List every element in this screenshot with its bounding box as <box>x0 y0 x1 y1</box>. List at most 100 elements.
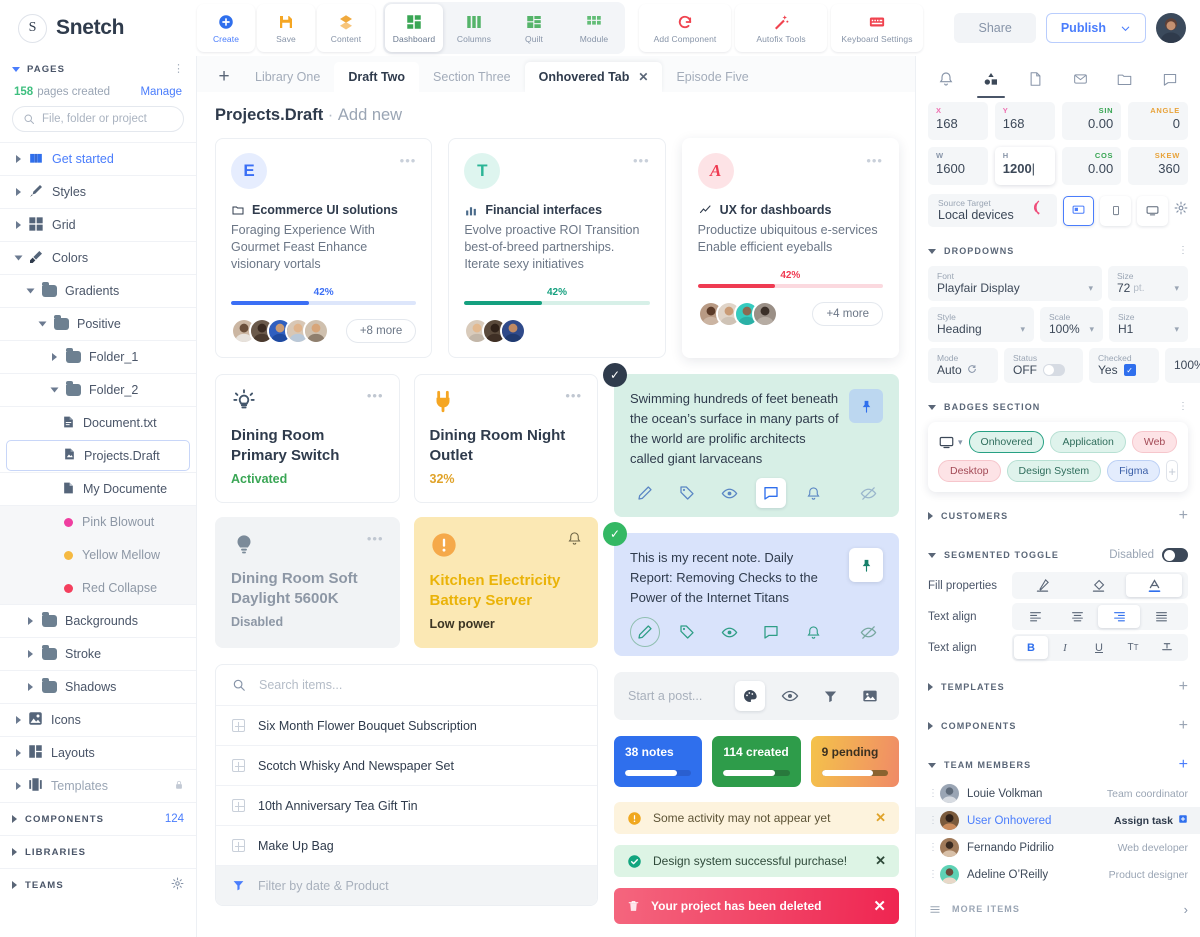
sidebar-item-document-txt[interactable]: Document.txt <box>0 406 196 439</box>
field-skew[interactable]: SKEW 360 <box>1128 147 1188 185</box>
add-template-button[interactable]: + <box>1179 679 1188 695</box>
section-components[interactable]: COMPONENTS + <box>916 711 1200 741</box>
project-card[interactable]: T ••• Financial interfaces Evolve proact… <box>448 138 665 358</box>
tag-icon[interactable] <box>672 478 702 508</box>
rp-tab-comment[interactable] <box>1153 65 1187 93</box>
badge-chip[interactable]: Onhovered <box>969 431 1045 453</box>
section-team-members[interactable]: TEAM MEMBERS + <box>916 750 1200 780</box>
gear-icon[interactable] <box>1174 201 1188 220</box>
drag-handle-icon[interactable]: ⋮ <box>928 846 932 850</box>
eye-icon[interactable] <box>775 681 805 711</box>
pencil-icon[interactable] <box>630 617 660 647</box>
italic-icon[interactable]: I <box>1048 636 1082 659</box>
bell-icon[interactable] <box>798 617 828 647</box>
card-menu-icon[interactable]: ••• <box>866 153 883 168</box>
close-icon[interactable]: ✕ <box>875 810 886 826</box>
eye-icon[interactable] <box>714 617 744 647</box>
tool-content[interactable]: Content <box>317 4 375 52</box>
tab-library-one[interactable]: Library One <box>241 62 334 92</box>
sidebar-item-folder-2[interactable]: Folder_2 <box>0 373 196 406</box>
sidebar-section-teams[interactable]: TEAMS <box>0 868 196 901</box>
align-left-icon[interactable] <box>1014 605 1056 628</box>
sidebar-item-my-documente[interactable]: My Documente <box>0 472 196 505</box>
pin-button[interactable] <box>849 548 883 582</box>
tool-create[interactable]: Create <box>197 4 255 52</box>
tool-quilt[interactable]: Quilt <box>505 4 563 52</box>
stat-card[interactable]: 114 created <box>712 736 800 787</box>
tool-save[interactable]: Save <box>257 4 315 52</box>
tile-menu-icon[interactable]: ••• <box>367 388 384 403</box>
pin-button[interactable] <box>849 389 883 423</box>
strikethrough-icon[interactable] <box>1150 636 1184 659</box>
sidebar-item-pink-blowout[interactable]: Pink Blowout <box>0 505 196 538</box>
card-menu-icon[interactable]: ••• <box>633 153 650 168</box>
tab-onhovered-tab[interactable]: Onhovered Tab ✕ <box>525 62 663 92</box>
tile-menu-icon[interactable]: ••• <box>565 388 582 403</box>
pencil-icon[interactable] <box>630 478 660 508</box>
share-button[interactable]: Share <box>954 13 1035 43</box>
filter-icon[interactable] <box>815 681 845 711</box>
stat-card[interactable]: 9 pending <box>811 736 899 787</box>
sidebar-item-red-collapse[interactable]: Red Collapse <box>0 571 196 604</box>
tool-autofix[interactable]: Autofix Tools <box>735 4 827 52</box>
gear-icon[interactable] <box>171 877 184 893</box>
sidebar-item-get-started[interactable]: Get started <box>0 142 196 175</box>
chevron-right-icon[interactable]: › <box>1184 902 1188 917</box>
sidebar-item-icons[interactable]: Icons <box>0 703 196 736</box>
tab-episode-five[interactable]: Episode Five <box>662 62 762 92</box>
user-avatar[interactable] <box>1156 13 1186 43</box>
device-tile[interactable]: ••• Dining Room Primary Switch Activated <box>215 374 400 503</box>
drag-handle-icon[interactable]: ⋮ <box>928 819 932 823</box>
dropdown-status[interactable]: Status OFF <box>1004 348 1083 383</box>
tool-keyboard-settings[interactable]: Keyboard Settings <box>831 4 923 52</box>
card-menu-icon[interactable]: ••• <box>400 153 417 168</box>
device-monitor-button[interactable] <box>1137 196 1168 226</box>
sidebar-item-styles[interactable]: Styles <box>0 175 196 208</box>
assign-icon[interactable] <box>1178 814 1188 827</box>
team-member-row[interactable]: ⋮ User Onhovered Assign task <box>916 807 1200 834</box>
close-icon[interactable]: ✕ <box>875 853 886 869</box>
checkbox-checked-icon[interactable]: ✓ <box>1124 364 1136 376</box>
rp-tab-shapes[interactable] <box>974 65 1008 93</box>
rp-tab-mail[interactable] <box>1063 65 1097 93</box>
project-card[interactable]: A ••• UX for dashboards Productize ubiqu… <box>682 138 899 358</box>
sidebar-item-positive[interactable]: Positive <box>0 307 196 340</box>
list-item[interactable]: Make Up Bag <box>216 825 597 865</box>
dropdown-opacity[interactable]: 100% <box>1165 348 1200 383</box>
badge-chip[interactable]: Figma <box>1107 460 1160 482</box>
expand-icon[interactable] <box>232 759 245 772</box>
stat-card[interactable]: 38 notes <box>614 736 702 787</box>
tile-menu-icon[interactable]: ••• <box>367 531 384 546</box>
alert-success[interactable]: Design system successful purchase! ✕ <box>614 845 899 877</box>
toggle-off-icon[interactable] <box>1043 364 1065 376</box>
more-members-button[interactable]: +4 more <box>812 302 883 326</box>
sidebar-search-input[interactable]: File, folder or project <box>12 106 184 132</box>
list-filter-row[interactable]: Filter by date & Product <box>216 865 597 905</box>
bell-alarm-icon[interactable] <box>567 531 582 549</box>
stroke-icon[interactable] <box>1014 574 1070 597</box>
eye-off-icon[interactable] <box>853 617 883 647</box>
section-segmented-toggle[interactable]: SEGMENTED TOGGLE Disabled <box>916 540 1200 570</box>
field-x[interactable]: X 168 <box>928 102 988 140</box>
monitor-dropdown-icon[interactable]: ▾ <box>938 435 963 450</box>
manage-link[interactable]: Manage <box>140 86 182 98</box>
align-justify-icon[interactable] <box>1140 605 1182 628</box>
expand-icon[interactable] <box>232 719 245 732</box>
section-dropdowns[interactable]: DROPDOWNS ⋮ <box>916 236 1200 266</box>
add-tab-button[interactable]: + <box>207 62 241 92</box>
kebab-menu-icon[interactable]: ⋮ <box>1178 249 1188 253</box>
bold-icon[interactable]: B <box>1014 636 1048 659</box>
dropdown-mode[interactable]: Mode Auto <box>928 348 998 383</box>
add-component-button[interactable]: + <box>1179 718 1188 734</box>
badge-chip[interactable]: Web <box>1132 431 1177 453</box>
dropdown-style[interactable]: Style Heading▾ <box>928 307 1034 342</box>
align-right-icon[interactable] <box>1098 605 1140 628</box>
comment-icon[interactable] <box>756 617 786 647</box>
palette-icon[interactable] <box>735 681 765 711</box>
more-items-row[interactable]: MORE ITEMS › <box>916 893 1200 925</box>
field-h[interactable]: H 1200| <box>995 147 1055 185</box>
expand-icon[interactable] <box>232 839 245 852</box>
section-customers[interactable]: CUSTOMERS + <box>916 501 1200 531</box>
eye-icon[interactable] <box>714 478 744 508</box>
sidebar-item-layouts[interactable]: Layouts <box>0 736 196 769</box>
